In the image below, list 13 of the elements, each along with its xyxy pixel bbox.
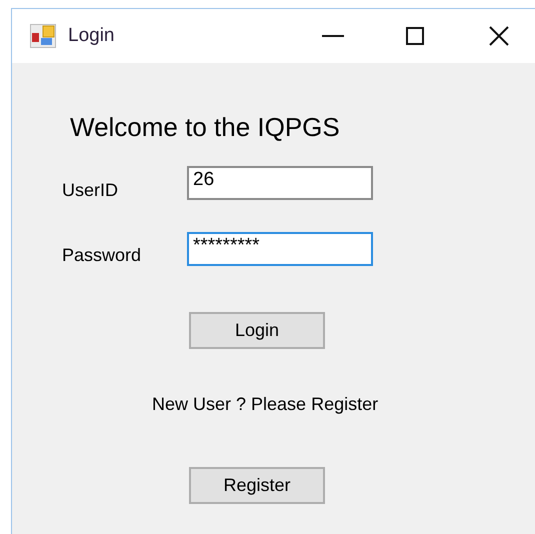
close-icon bbox=[489, 26, 509, 46]
app-icon bbox=[30, 24, 56, 48]
field-label: UserID bbox=[62, 179, 120, 202]
welcome-heading: Welcome to the IQPGS bbox=[70, 111, 341, 143]
register-button[interactable]: Register bbox=[189, 467, 325, 504]
input-field[interactable]: 26 bbox=[187, 166, 373, 200]
maximize-icon bbox=[406, 27, 424, 45]
field-label: Password bbox=[62, 244, 142, 267]
minimize-icon bbox=[322, 35, 344, 37]
input-field[interactable]: ********* bbox=[187, 232, 373, 266]
register-prompt: New User ? Please Register bbox=[152, 393, 380, 416]
window-title: Login bbox=[68, 24, 114, 48]
login-button[interactable]: Login bbox=[189, 312, 325, 349]
